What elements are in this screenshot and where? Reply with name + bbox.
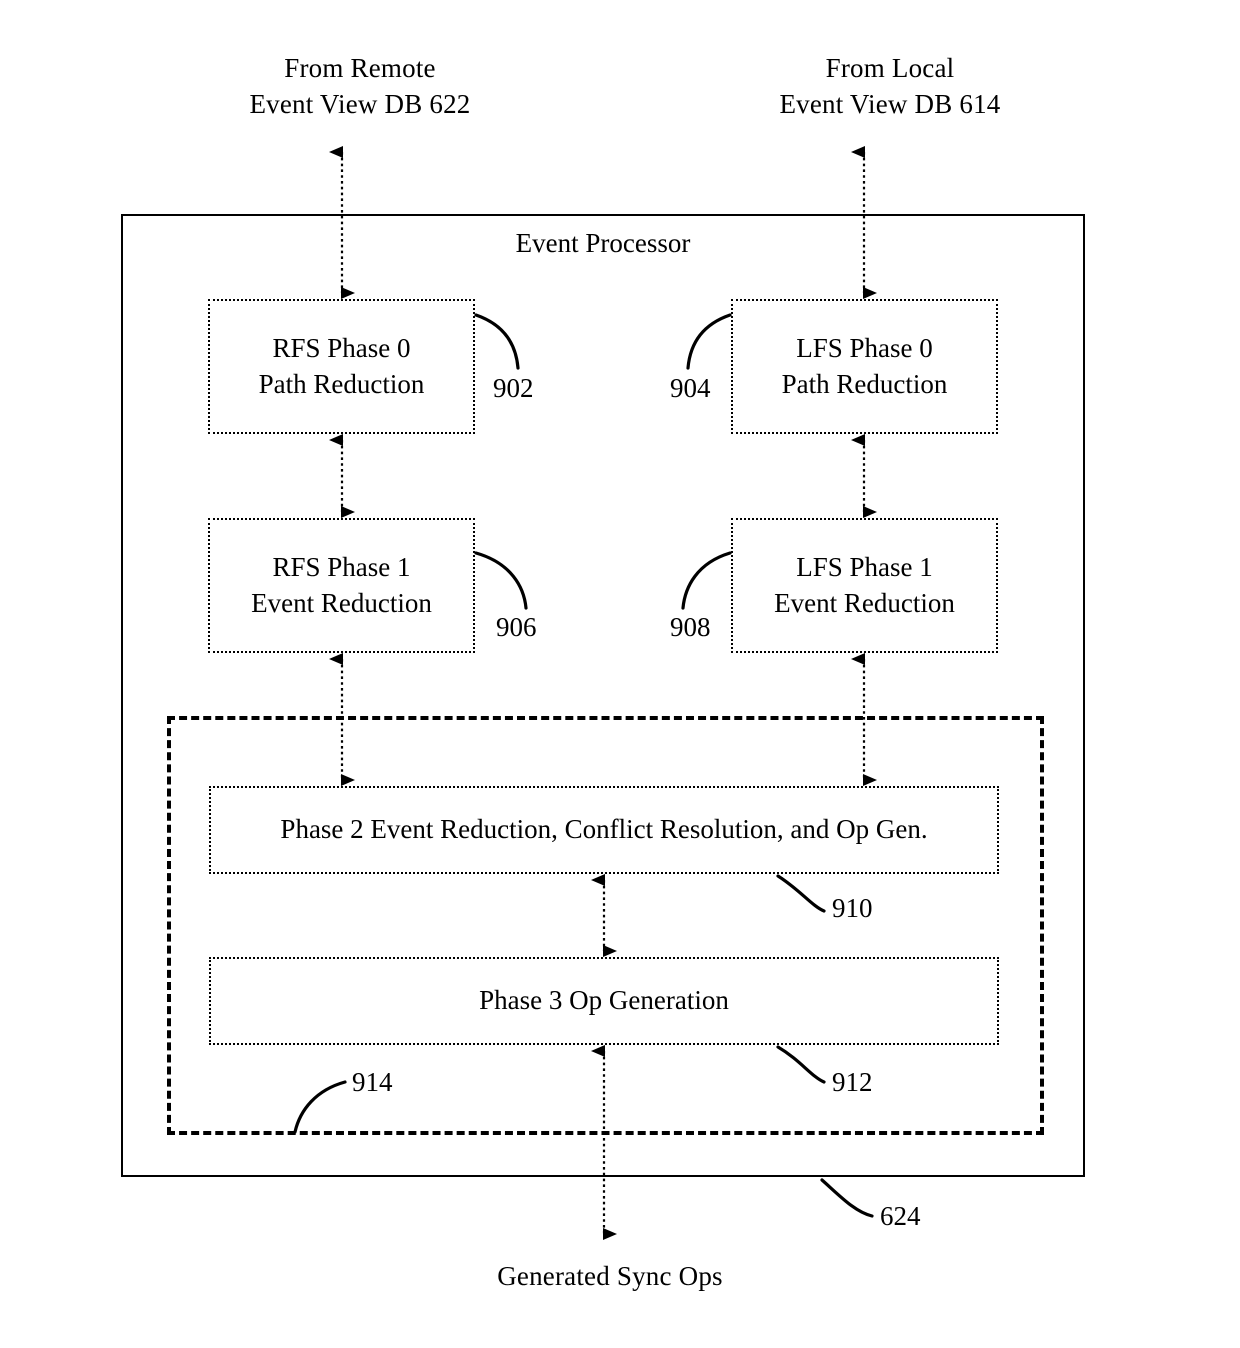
block-phase-2-label: Phase 2 Event Reduction, Conflict Resolu… [280, 814, 928, 845]
leader-624 [820, 1178, 874, 1218]
label-from-local-event-view-db: From Local Event View DB 614 [779, 53, 1001, 120]
block-lfs-phase-0-path-reduction[interactable]: LFS Phase 0 Path Reduction [731, 299, 998, 434]
ref-numeral-902: 902 [493, 373, 534, 403]
block-phase-2-event-reduction[interactable]: Phase 2 Event Reduction, Conflict Resolu… [209, 786, 999, 874]
ref-numeral-912: 912 [832, 1067, 873, 1097]
label-from-remote-event-view-db: From Remote Event View DB 622 [249, 53, 471, 120]
ref-numeral-624: 624 [880, 1201, 921, 1231]
ref-numeral-910: 910 [832, 893, 873, 923]
ref-numeral-904: 904 [670, 373, 711, 403]
ref-numeral-914: 914 [352, 1067, 393, 1097]
block-lfs-phase-0-label: LFS Phase 0 Path Reduction [781, 332, 948, 399]
block-lfs-phase-1-event-reduction[interactable]: LFS Phase 1 Event Reduction [731, 518, 998, 653]
block-rfs-phase-0-path-reduction[interactable]: RFS Phase 0 Path Reduction [208, 299, 475, 434]
block-rfs-phase-1-label: RFS Phase 1 Event Reduction [251, 551, 432, 618]
event-processor-title: Event Processor [515, 228, 691, 258]
block-rfs-phase-0-label: RFS Phase 0 Path Reduction [258, 332, 425, 399]
block-lfs-phase-1-label: LFS Phase 1 Event Reduction [774, 551, 955, 618]
block-phase-3-label: Phase 3 Op Generation [479, 985, 729, 1016]
patent-figure: From Remote Event View DB 622 From Local… [0, 0, 1240, 1348]
ref-numeral-908: 908 [670, 612, 711, 642]
ref-numeral-906: 906 [496, 612, 537, 642]
block-phase-3-op-generation[interactable]: Phase 3 Op Generation [209, 957, 999, 1045]
phase23-group-frame [167, 716, 1044, 1135]
label-generated-sync-ops: Generated Sync Ops [497, 1261, 723, 1291]
block-rfs-phase-1-event-reduction[interactable]: RFS Phase 1 Event Reduction [208, 518, 475, 653]
